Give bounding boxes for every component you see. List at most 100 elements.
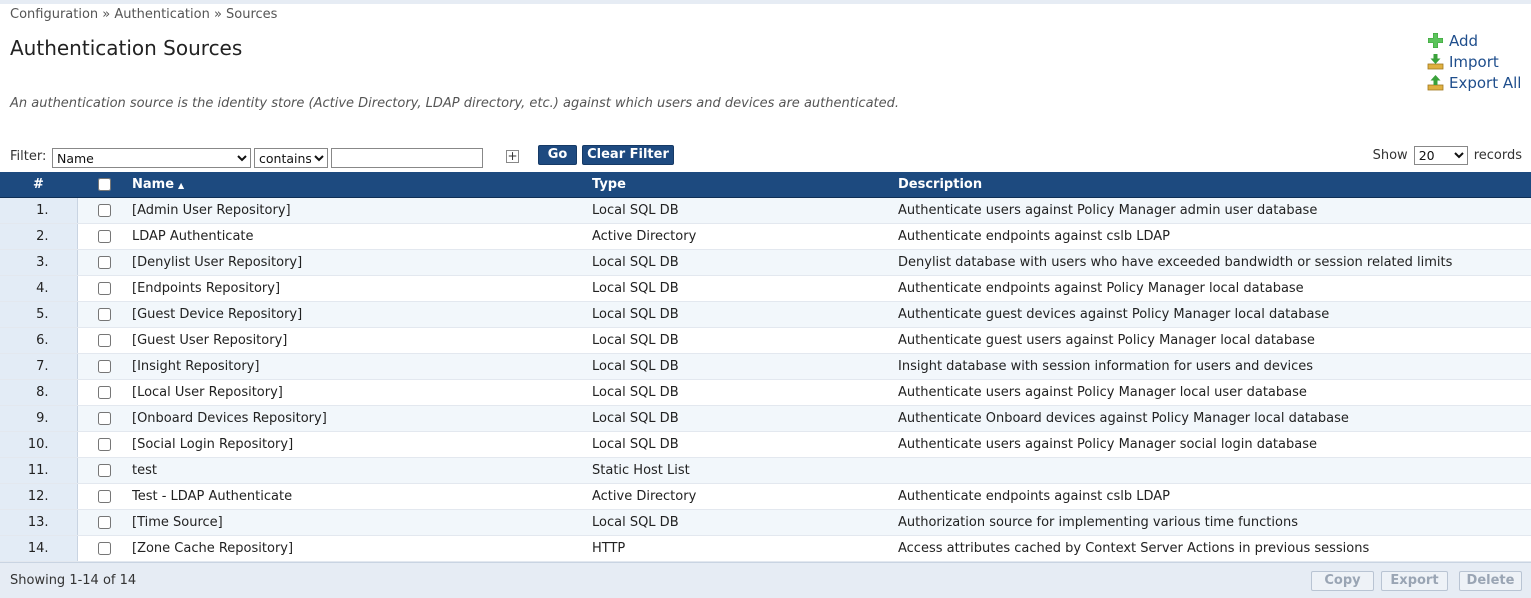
- records-per-page-select[interactable]: 20: [1413, 146, 1468, 165]
- import-icon: [1427, 54, 1444, 70]
- add-link[interactable]: Add: [1427, 30, 1521, 51]
- export-button[interactable]: Export: [1381, 571, 1448, 591]
- table-row[interactable]: 14. [Zone Cache Repository] HTTP Access att…: [0, 535, 1531, 562]
- row-number: 13.: [0, 509, 78, 536]
- row-type: Local SQL DB: [592, 509, 898, 536]
- column-header-type[interactable]: Type: [592, 172, 898, 198]
- row-checkbox[interactable]: [98, 437, 112, 451]
- table-row[interactable]: 10. [Social Login Repository] Local SQL DB…: [0, 431, 1531, 458]
- add-label: Add: [1449, 31, 1479, 50]
- copy-button[interactable]: Copy: [1311, 571, 1374, 591]
- column-header-select: [77, 172, 132, 198]
- table-header-row: # Name ▲ Type Description: [0, 172, 1531, 198]
- row-checkbox[interactable]: [98, 411, 112, 425]
- row-description: Authorization source for implementing va…: [898, 509, 1531, 536]
- row-checkbox[interactable]: [98, 229, 112, 243]
- table-row[interactable]: 4. [Endpoints Repository] Local SQL DB Auth…: [0, 275, 1531, 302]
- row-checkbox[interactable]: [98, 515, 112, 529]
- table-row[interactable]: 11. test Static Host List: [0, 457, 1531, 484]
- row-type: Local SQL DB: [592, 405, 898, 432]
- sources-table: # Name ▲ Type Description 1. [Admin User R…: [0, 172, 1531, 562]
- row-checkbox[interactable]: [98, 463, 112, 477]
- filter-operator-select[interactable]: contains: [254, 148, 328, 168]
- table-row[interactable]: 9. [Onboard Devices Repository] Local SQL …: [0, 405, 1531, 432]
- row-number: 12.: [0, 483, 78, 510]
- filter-value-input[interactable]: [331, 148, 483, 168]
- import-label: Import: [1449, 52, 1499, 71]
- row-name[interactable]: [Insight Repository]: [132, 353, 592, 380]
- table-row[interactable]: 2. LDAP Authenticate Active Directory Authe…: [0, 223, 1531, 250]
- row-type: Local SQL DB: [592, 275, 898, 302]
- row-type: Local SQL DB: [592, 379, 898, 406]
- column-header-name[interactable]: Name ▲: [132, 172, 592, 198]
- table-row[interactable]: 13. [Time Source] Local SQL DB Authorizatio…: [0, 509, 1531, 536]
- row-select-cell: [77, 535, 132, 562]
- export-all-link[interactable]: Export All: [1427, 72, 1521, 93]
- row-select-cell: [77, 353, 132, 380]
- select-all-checkbox[interactable]: [98, 177, 111, 191]
- column-header-description[interactable]: Description: [898, 172, 1531, 198]
- table-row[interactable]: 7. [Insight Repository] Local SQL DB Insigh…: [0, 353, 1531, 380]
- row-checkbox[interactable]: [98, 359, 112, 373]
- go-button[interactable]: Go: [538, 145, 577, 165]
- row-description: Insight database with session informatio…: [898, 353, 1531, 380]
- row-select-cell: [77, 197, 132, 224]
- row-name[interactable]: [Admin User Repository]: [132, 197, 592, 224]
- row-name[interactable]: Test - LDAP Authenticate: [132, 483, 592, 510]
- import-link[interactable]: Import: [1427, 51, 1521, 72]
- table-footer: Showing 1-14 of 14 Copy Export Delete: [0, 562, 1531, 598]
- row-number: 9.: [0, 405, 78, 432]
- row-name[interactable]: LDAP Authenticate: [132, 223, 592, 250]
- filter-label: Filter:: [10, 149, 47, 164]
- page-title: Authentication Sources: [10, 36, 243, 60]
- row-name[interactable]: [Onboard Devices Repository]: [132, 405, 592, 432]
- row-number: 3.: [0, 249, 78, 276]
- row-checkbox[interactable]: [98, 255, 112, 269]
- row-number: 14.: [0, 535, 78, 562]
- row-name[interactable]: [Local User Repository]: [132, 379, 592, 406]
- table-row[interactable]: 12. Test - LDAP Authenticate Active Direct…: [0, 483, 1531, 510]
- row-name[interactable]: [Endpoints Repository]: [132, 275, 592, 302]
- row-checkbox[interactable]: [98, 385, 112, 399]
- row-select-cell: [77, 301, 132, 328]
- row-checkbox[interactable]: [98, 307, 112, 321]
- row-type: Active Directory: [592, 223, 898, 250]
- row-name[interactable]: [Denylist User Repository]: [132, 249, 592, 276]
- row-checkbox[interactable]: [98, 203, 112, 217]
- breadcrumb: Configuration » Authentication » Sources: [10, 7, 278, 22]
- table-row[interactable]: 6. [Guest User Repository] Local SQL DB Aut…: [0, 327, 1531, 354]
- row-name[interactable]: [Social Login Repository]: [132, 431, 592, 458]
- row-description: Authenticate guest users against Policy …: [898, 327, 1531, 354]
- row-number: 8.: [0, 379, 78, 406]
- row-description: Denylist database with users who have ex…: [898, 249, 1531, 276]
- row-description: [898, 457, 1531, 484]
- row-number: 5.: [0, 301, 78, 328]
- export-icon: [1427, 75, 1444, 91]
- clear-filter-button[interactable]: Clear Filter: [582, 145, 674, 165]
- delete-button[interactable]: Delete: [1459, 571, 1522, 591]
- table-row[interactable]: 5. [Guest Device Repository] Local SQL DB A…: [0, 301, 1531, 328]
- row-description: Authenticate guest devices against Polic…: [898, 301, 1531, 328]
- row-checkbox[interactable]: [98, 281, 112, 295]
- table-row[interactable]: 8. [Local User Repository] Local SQL DB Aut…: [0, 379, 1531, 406]
- row-name[interactable]: [Time Source]: [132, 509, 592, 536]
- records-label: records: [1473, 148, 1522, 163]
- row-checkbox[interactable]: [98, 541, 112, 555]
- row-name[interactable]: [Zone Cache Repository]: [132, 535, 592, 562]
- row-checkbox[interactable]: [98, 333, 112, 347]
- row-select-cell: [77, 223, 132, 250]
- row-type: Local SQL DB: [592, 249, 898, 276]
- table-row[interactable]: 3. [Denylist User Repository] Local SQL DB…: [0, 249, 1531, 276]
- column-header-name-label: Name: [132, 176, 175, 192]
- table-row[interactable]: 1. [Admin User Repository] Local SQL DB Aut…: [0, 197, 1531, 224]
- show-label: Show: [1372, 148, 1408, 163]
- row-name[interactable]: test: [132, 457, 592, 484]
- row-select-cell: [77, 379, 132, 406]
- row-checkbox[interactable]: [98, 489, 112, 503]
- filter-field-select[interactable]: Name: [52, 148, 251, 168]
- add-filter-icon[interactable]: +: [506, 150, 519, 163]
- row-type: Local SQL DB: [592, 353, 898, 380]
- showing-count: Showing 1-14 of 14: [10, 573, 137, 588]
- row-name[interactable]: [Guest Device Repository]: [132, 301, 592, 328]
- row-name[interactable]: [Guest User Repository]: [132, 327, 592, 354]
